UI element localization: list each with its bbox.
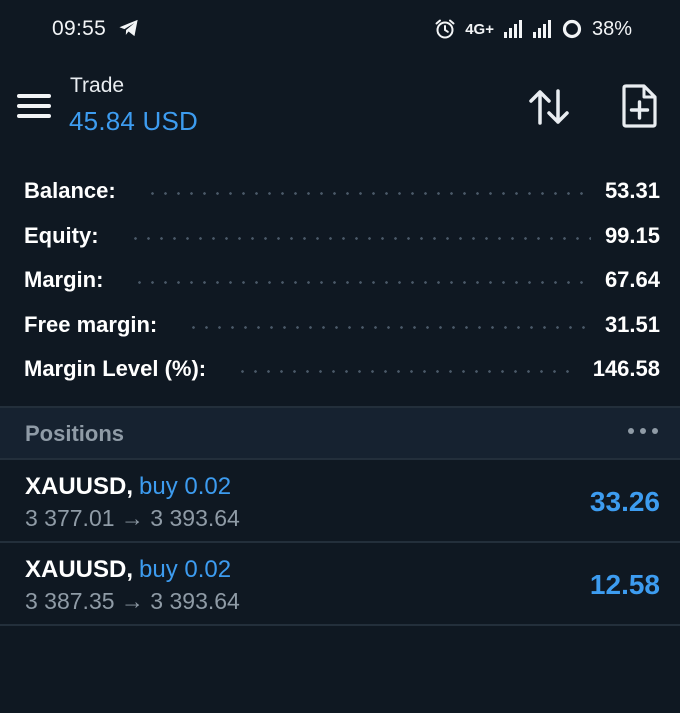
dotted-leader xyxy=(133,280,591,284)
position-prices: 3 377.01 → 3 393.64 xyxy=(25,505,240,531)
summary-label: Balance: xyxy=(24,178,116,203)
margin-row: Margin: 67.64 xyxy=(24,262,660,298)
dotted-leader xyxy=(145,191,591,195)
status-icons: 4G+ 38% xyxy=(434,16,632,42)
network-type: 4G+ xyxy=(465,20,494,38)
status-bar: 09:55 4G+ 38% xyxy=(0,0,680,58)
alarm-icon xyxy=(435,19,455,39)
page-title: Trade xyxy=(70,74,125,97)
position-profit: 33.26 xyxy=(589,486,660,517)
positions-header: Positions xyxy=(0,408,680,458)
summary-label: Free margin: xyxy=(24,312,158,337)
sort-icon[interactable] xyxy=(527,87,571,127)
battery-ring-icon xyxy=(562,19,582,39)
balance-row: Balance: 53.31 xyxy=(24,173,660,209)
dotted-leader xyxy=(236,369,579,373)
battery-level: 38% xyxy=(591,17,632,40)
dotted-leader xyxy=(187,325,591,329)
position-type: buy 0.02 xyxy=(139,473,232,500)
signal-icon xyxy=(532,20,551,38)
more-options-icon[interactable] xyxy=(628,425,658,437)
position-symbol: XAUUSD xyxy=(25,556,127,583)
position-title: XAUUSD, buy 0.02 xyxy=(25,556,231,584)
header-balance: 45.84 USD xyxy=(69,106,198,136)
position-row[interactable]: XAUUSD, buy 0.02 3 387.35 → 3 393.64 12.5… xyxy=(0,543,680,625)
app-header: Trade 45.84 USD xyxy=(0,64,680,148)
symbol-separator: , xyxy=(126,473,134,500)
trade-screen: 09:55 4G+ 38% Trade 45.84 USD Balance: 5… xyxy=(0,0,680,713)
position-row[interactable]: XAUUSD, buy 0.02 3 377.01 → 3 393.64 33.2… xyxy=(0,460,680,542)
summary-label: Margin Level (%): xyxy=(24,356,207,381)
position-prices: 3 387.35 → 3 393.64 xyxy=(25,588,240,614)
free-margin-row: Free margin: 31.51 xyxy=(24,307,660,343)
telegram-icon xyxy=(119,19,138,37)
summary-value: 31.51 xyxy=(604,312,660,337)
position-type: buy 0.02 xyxy=(139,556,232,583)
summary-label: Equity: xyxy=(24,223,99,248)
divider xyxy=(0,624,680,626)
positions-title: Positions xyxy=(25,421,125,446)
symbol-separator: , xyxy=(126,556,134,583)
margin-level-row: Margin Level (%): 146.58 xyxy=(24,351,660,387)
signal-icon xyxy=(503,20,522,38)
position-symbol: XAUUSD xyxy=(25,473,127,500)
summary-label: Margin: xyxy=(24,267,104,292)
summary-value: 67.64 xyxy=(604,267,660,292)
new-order-icon[interactable] xyxy=(620,84,658,128)
dotted-leader xyxy=(128,236,591,240)
summary-value: 146.58 xyxy=(592,356,660,381)
equity-row: Equity: 99.15 xyxy=(24,218,660,254)
summary-value: 99.15 xyxy=(604,223,660,248)
status-time: 09:55 xyxy=(52,17,107,40)
menu-icon[interactable] xyxy=(17,94,51,120)
summary-value: 53.31 xyxy=(604,178,660,203)
position-title: XAUUSD, buy 0.02 xyxy=(25,473,231,501)
position-profit: 12.58 xyxy=(589,569,660,600)
